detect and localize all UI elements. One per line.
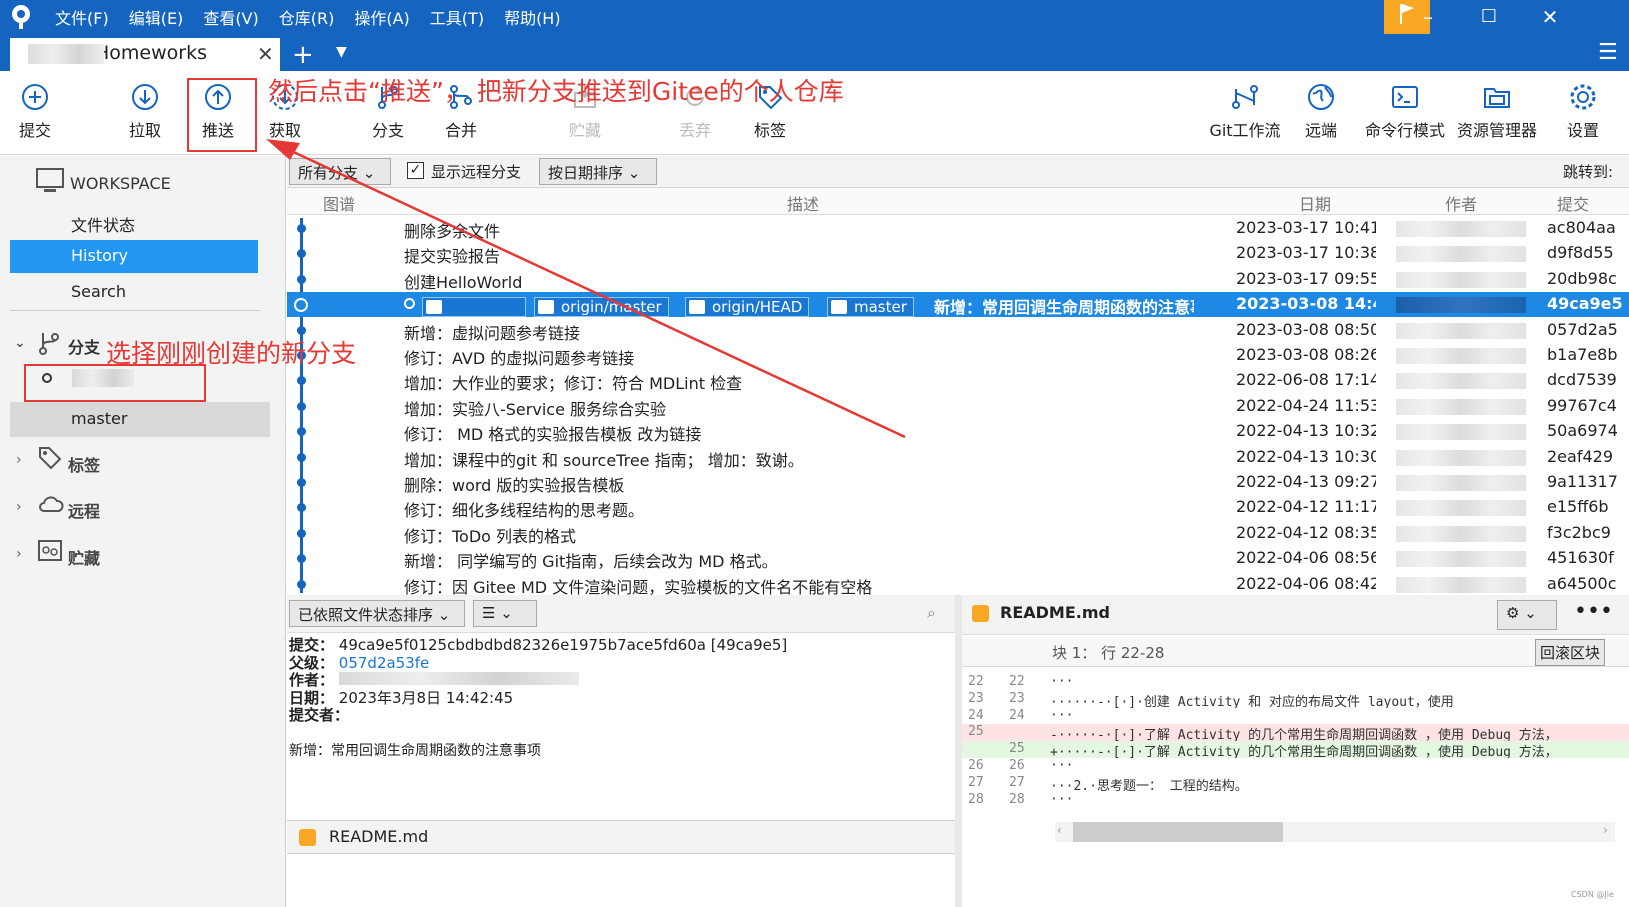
annotation-arrow: [266, 139, 906, 439]
sourcetree-window: 文件(F) 编辑(E) 查看(V) 仓库(R) 操作(A) 工具(T) 帮助(H…: [0, 0, 1629, 907]
watermark: CSDN @Jie: [1571, 890, 1614, 899]
